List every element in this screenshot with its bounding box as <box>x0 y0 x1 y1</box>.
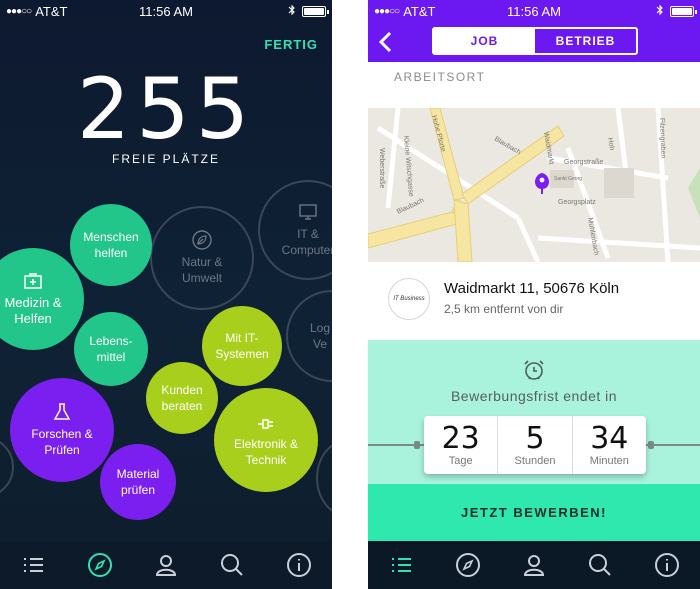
category-offscreen-right[interactable] <box>316 440 332 516</box>
compass-icon <box>455 553 480 577</box>
category-it-computer[interactable]: IT & Computer <box>258 180 332 280</box>
chevron-left-icon <box>378 31 392 53</box>
person-icon <box>523 555 544 576</box>
category-forschen-pruefen[interactable]: Forschen & Prüfen <box>10 378 114 482</box>
map-canvas: Blaubach Blaubach Hohe Pforte Georgstraß… <box>368 108 700 262</box>
bluetooth-icon <box>656 4 664 19</box>
timeline-tick <box>648 441 654 449</box>
tab-info[interactable] <box>653 551 681 579</box>
compass-icon <box>87 553 112 577</box>
tab-search[interactable] <box>586 551 614 579</box>
free-places-count: 255 <box>76 60 256 158</box>
segment-job[interactable]: JOB <box>434 29 535 53</box>
category-material-pruefen[interactable]: Material prüfen <box>100 444 176 520</box>
address-row[interactable]: IT Business Waidmarkt 11, 50676 Köln 2,5… <box>368 268 700 332</box>
battery-icon <box>302 6 329 17</box>
plug-icon <box>258 419 273 429</box>
search-icon <box>221 554 244 576</box>
tab-bar <box>368 541 700 589</box>
category-kunden-beraten[interactable]: Kunden beraten <box>146 362 218 434</box>
explore-screen: ●●●○○ AT&T 11:56 AM FERTIG 255 FREIE PLÄ… <box>0 0 332 589</box>
map-label-weberstrasse: Weberstraße <box>378 148 385 188</box>
location-map[interactable]: Blaubach Blaubach Hohe Pforte Georgstraß… <box>368 108 700 262</box>
monitor-icon <box>299 204 317 220</box>
distance-text: 2,5 km entfernt von dir <box>444 302 564 316</box>
map-label-filzengraben: Filzengraben <box>658 118 666 159</box>
tab-profile[interactable] <box>152 551 180 579</box>
tab-list[interactable] <box>19 551 47 579</box>
status-bar: ●●●○○ AT&T 11:56 AM <box>368 0 700 22</box>
flask-icon <box>53 403 71 420</box>
job-detail-screen: ●●●○○ AT&T 11:56 AM JOB BETRIEB ARBEITSO… <box>368 0 700 589</box>
category-natur-umwelt[interactable]: Natur & Umwelt <box>150 206 254 310</box>
segmented-control: JOB BETRIEB <box>432 27 638 55</box>
status-time: 11:56 AM <box>139 4 193 19</box>
deadline-panel: Bewerbungsfrist endet in 23 Tage 5 Stund… <box>368 340 700 484</box>
alarm-clock-icon <box>524 360 544 380</box>
info-icon <box>286 553 311 577</box>
timeline-tick <box>414 441 420 449</box>
countdown-hours: 5 Stunden <box>498 416 573 474</box>
category-elektronik-technik[interactable]: Elektronik & Technik <box>214 388 318 492</box>
person-icon <box>155 555 176 576</box>
category-menschen-helfen[interactable]: Menschen helfen <box>70 204 152 286</box>
info-icon <box>654 553 679 577</box>
section-label-arbeitsort: ARBEITSORT <box>394 70 486 84</box>
battery-icon <box>670 6 697 17</box>
free-places-label: FREIE PLÄTZE <box>111 152 221 166</box>
company-logo: IT Business <box>388 278 430 320</box>
tab-bar <box>0 541 332 589</box>
list-icon <box>24 558 44 572</box>
tab-profile[interactable] <box>520 551 548 579</box>
map-label-georgstrasse: Georgstraße <box>564 159 603 166</box>
countdown-days: 23 Tage <box>424 416 499 474</box>
search-icon <box>589 554 612 576</box>
tab-info[interactable] <box>285 551 313 579</box>
segment-betrieb[interactable]: BETRIEB <box>535 29 636 53</box>
deadline-label: Bewerbungsfrist endet in <box>450 388 618 404</box>
category-medizin-helfen[interactable]: Medizin & Helfen <box>0 248 84 350</box>
map-label-georgsplatz: Georgsplatz <box>558 199 596 206</box>
tab-explore[interactable] <box>454 551 482 579</box>
countdown: 23 Tage 5 Stunden 34 Minuten <box>424 416 646 474</box>
map-label-sankt-georg: Sankt Georg <box>554 176 582 182</box>
navigation-bar: JOB BETRIEB <box>368 22 700 62</box>
status-bar: ●●●○○ AT&T 11:56 AM <box>0 0 332 22</box>
tab-list[interactable] <box>387 551 415 579</box>
address-text: Waidmarkt 11, 50676 Köln <box>444 280 620 297</box>
list-icon <box>392 558 412 572</box>
bluetooth-icon <box>288 4 296 19</box>
status-time: 11:56 AM <box>507 4 561 19</box>
category-lebensmittel[interactable]: Lebens- mittel <box>74 312 148 386</box>
category-mit-it-systemen[interactable]: Mit IT- Systemen <box>202 306 282 386</box>
countdown-minutes: 34 Minuten <box>589 421 629 468</box>
category-logistik[interactable]: Log Ve <box>286 290 332 382</box>
tab-explore[interactable] <box>86 551 114 579</box>
done-button[interactable]: FERTIG <box>264 37 318 52</box>
leaf-icon <box>192 230 212 250</box>
apply-button[interactable]: JETZT BEWERBEN! <box>368 484 700 541</box>
first-aid-icon <box>24 273 42 289</box>
tab-search[interactable] <box>218 551 246 579</box>
back-button[interactable] <box>376 30 396 54</box>
